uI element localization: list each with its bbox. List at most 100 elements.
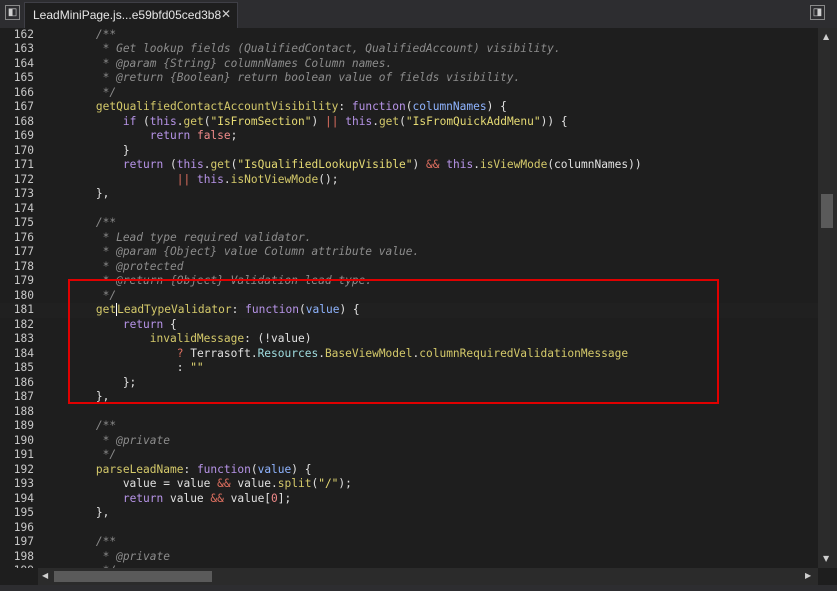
code-line[interactable]: 164 * @param {String} columnNames Column… <box>0 57 818 72</box>
code-line[interactable]: 194 return value && value[0]; <box>0 492 818 507</box>
code-token: . <box>176 114 184 128</box>
code-token: this <box>149 114 177 128</box>
code-line[interactable]: 191 */ <box>0 448 818 463</box>
code-token: || <box>325 114 339 128</box>
line-number: 193 <box>13 477 34 490</box>
code-token: 0 <box>271 491 278 505</box>
code-line[interactable]: 190 * @private <box>0 434 818 449</box>
line-number: 181 <box>13 303 34 316</box>
code-text: if (this.get("IsFromSection") || this.ge… <box>42 115 568 130</box>
code-token: ) { <box>486 100 507 113</box>
code-text: return value && value[0]; <box>42 492 291 507</box>
status-strip <box>0 585 837 591</box>
code-token: && <box>426 158 440 171</box>
vertical-scrollbar[interactable]: ▲ ▼ <box>818 28 837 568</box>
line-number: 176 <box>13 230 34 244</box>
scroll-down-arrow-icon[interactable]: ▼ <box>823 554 829 563</box>
code-token: : <box>183 462 197 476</box>
highlight-annotation-box <box>68 279 719 404</box>
line-number: 194 <box>13 491 34 505</box>
code-line[interactable]: 173 }, <box>0 187 818 202</box>
code-line[interactable]: 192 parseLeadName: function(value) { <box>0 463 818 478</box>
line-number: 180 <box>13 288 34 302</box>
code-token: * @param {Object} value Column attribute… <box>42 245 420 258</box>
code-token: */ <box>42 448 117 461</box>
code-token: */ <box>42 85 117 99</box>
tab-title: LeadMiniPage.js...e59bfd05ced3b8 <box>33 8 222 22</box>
code-text: parseLeadName: function(value) { <box>42 462 312 478</box>
line-number: 178 <box>13 259 34 273</box>
close-tab-icon[interactable]: ✕ <box>221 7 231 21</box>
code-text: /** <box>42 419 116 434</box>
horizontal-scrollbar[interactable]: ◀ ▶ <box>38 568 818 585</box>
line-number: 165 <box>13 71 34 84</box>
code-line[interactable]: 166 */ <box>0 86 818 101</box>
line-number: 187 <box>13 390 34 403</box>
scroll-right-arrow-icon[interactable]: ▶ <box>805 571 811 580</box>
vertical-scrollbar-thumb[interactable] <box>821 194 833 228</box>
scroll-tabs-right-icon[interactable]: ◨ <box>810 5 825 20</box>
code-token: || <box>176 172 191 186</box>
code-token: /** <box>95 28 117 41</box>
code-token: * Lead type required validator. <box>42 230 312 244</box>
code-text: * @private <box>42 434 170 449</box>
code-text: * @param {Object} value Column attribute… <box>42 245 420 260</box>
code-line[interactable]: 171 return (this.get("IsQualifiedLookupV… <box>0 158 818 173</box>
code-line[interactable]: 196 <box>0 521 818 536</box>
code-token: && <box>217 477 231 490</box>
line-number: 168 <box>13 114 34 128</box>
code-line[interactable]: 188 <box>0 405 818 420</box>
tab-lead-mini-page[interactable]: LeadMiniPage.js...e59bfd05ced3b8 ✕ <box>24 2 238 28</box>
code-text: * @return {Boolean} return boolean value… <box>42 71 521 86</box>
code-token: }, <box>42 187 110 200</box>
scroll-left-arrow-icon[interactable]: ◀ <box>42 571 48 580</box>
code-token: * Get lookup fields (QualifiedContact, Q… <box>42 42 561 55</box>
horizontal-scrollbar-thumb[interactable] <box>54 571 212 582</box>
code-line[interactable]: 175 /** <box>0 216 818 231</box>
code-line[interactable]: 197 /** <box>0 535 818 550</box>
code-line[interactable]: 170 } <box>0 144 818 159</box>
line-number: 162 <box>13 28 34 41</box>
code-line[interactable]: 174 <box>0 202 818 217</box>
code-token: ( <box>136 114 150 128</box>
code-line[interactable]: 172 || this.isNotViewMode(); <box>0 173 818 188</box>
code-line[interactable]: 162 /** <box>0 28 818 42</box>
code-token: ( <box>405 100 413 113</box>
code-token: /** <box>42 419 117 432</box>
code-token: * @return {Boolean} return boolean value… <box>42 71 521 84</box>
scroll-tabs-left-icon[interactable]: ◧ <box>5 5 20 20</box>
code-line[interactable]: 198 * @private <box>0 550 818 565</box>
code-text: value = value && value.split("/"); <box>42 477 352 492</box>
code-token: get <box>210 158 231 171</box>
line-number: 167 <box>13 100 34 113</box>
code-token: "IsQualifiedLookupVisible" <box>237 158 413 171</box>
code-token: this <box>196 172 224 186</box>
editor-tab-bar: ◧ LeadMiniPage.js...e59bfd05ced3b8 ✕ ◨ <box>0 0 837 29</box>
code-token: * @param {String} columnNames Column nam… <box>42 56 393 70</box>
code-line[interactable]: 177 * @param {Object} value Column attri… <box>0 245 818 260</box>
code-line[interactable]: 168 if (this.get("IsFromSection") || thi… <box>0 115 818 130</box>
code-line[interactable]: 167 getQualifiedContactAccountVisibility… <box>0 100 818 115</box>
code-line[interactable]: 163 * Get lookup fields (QualifiedContac… <box>0 42 818 57</box>
code-text: }, <box>42 506 109 521</box>
code-line[interactable]: 178 * @protected <box>0 260 818 275</box>
code-line[interactable]: 195 }, <box>0 506 818 521</box>
line-number: 195 <box>13 506 34 519</box>
code-token: get <box>183 114 204 128</box>
code-text: return false; <box>42 129 238 144</box>
code-text: */ <box>42 448 116 463</box>
code-line[interactable]: 176 * Lead type required validator. <box>0 231 818 246</box>
line-number: 179 <box>13 274 34 287</box>
code-line[interactable]: 169 return false; <box>0 129 818 144</box>
code-text: /** <box>42 28 116 42</box>
code-token: * @private <box>42 549 170 563</box>
code-line[interactable]: 189 /** <box>0 419 818 434</box>
scroll-up-arrow-icon[interactable]: ▲ <box>823 32 829 41</box>
code-line[interactable]: 165 * @return {Boolean} return boolean v… <box>0 71 818 86</box>
code-line[interactable]: 193 value = value && value.split("/"); <box>0 477 818 492</box>
code-token: * @private <box>42 433 170 447</box>
code-token: isViewMode <box>479 158 548 171</box>
